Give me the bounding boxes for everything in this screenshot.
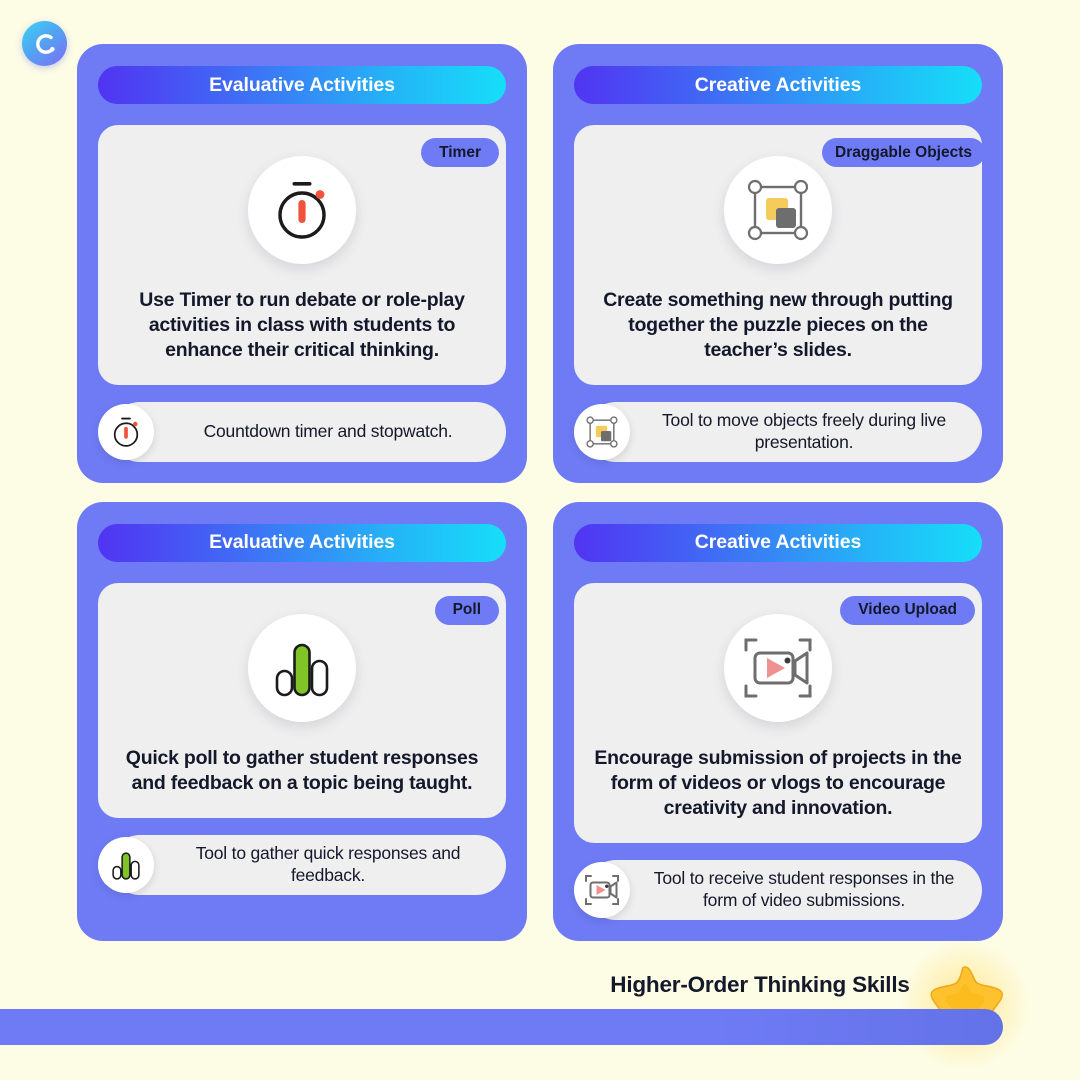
tool-pill-label: Draggable Objects xyxy=(835,143,972,161)
tool-pill-timer[interactable]: Timer xyxy=(421,138,499,167)
card-footer: Tool to move objects freely during live … xyxy=(574,401,982,462)
footer-bar: Tool to move objects freely during live … xyxy=(586,401,982,462)
footer-text: Tool to move objects freely during live … xyxy=(661,409,946,452)
footer-text: Tool to receive student responses in the… xyxy=(653,867,955,910)
activity-card-poll[interactable]: Evaluative Activities Poll Quick poll to… xyxy=(77,501,527,941)
card-description: Create something new through putting tog… xyxy=(603,289,953,361)
card-header-creative: Creative Activities xyxy=(574,523,982,562)
footer-text: Tool to gather quick responses and feedb… xyxy=(195,842,461,885)
card-footer: Tool to gather quick responses and feedb… xyxy=(98,834,506,895)
card-description: Use Timer to run debate or role-play act… xyxy=(139,289,465,361)
tool-pill-poll[interactable]: Poll xyxy=(434,595,499,625)
card-header-label: Evaluative Activities xyxy=(209,73,395,96)
timer-icon xyxy=(113,417,139,447)
card-header-label: Evaluative Activities xyxy=(209,531,395,554)
tool-pill-video-upload[interactable]: Video Upload xyxy=(840,595,975,625)
tool-pill-label: Video Upload xyxy=(858,601,957,619)
card-header-label: Creative Activities xyxy=(694,531,862,554)
card-header-label: Creative Activities xyxy=(694,73,862,96)
activity-card-draggable-objects[interactable]: Creative Activities Draggable Objects Cr… xyxy=(553,44,1003,483)
card-body: Poll Quick poll to gather student respon… xyxy=(98,582,506,818)
footer-icon-container xyxy=(98,403,154,460)
poll-bars-icon xyxy=(275,643,329,697)
footer-icon-container xyxy=(98,836,154,893)
activity-card-timer[interactable]: Evaluative Activities Timer Use Timer to… xyxy=(77,44,527,483)
bottom-decorative-bar xyxy=(0,1009,1003,1045)
card-header-creative: Creative Activities xyxy=(574,66,982,104)
tool-pill-label: Poll xyxy=(452,601,481,619)
video-camera-icon xyxy=(744,638,812,698)
card-body: Video Upload Encourage submission of pro… xyxy=(574,582,982,843)
draggable-objects-icon xyxy=(586,416,618,448)
tool-pill-draggable-objects[interactable]: Draggable Objects xyxy=(822,138,985,167)
card-body: Timer Use Timer to run debate or role-pl… xyxy=(98,125,506,385)
footer-bar: Tool to receive student responses in the… xyxy=(586,859,982,920)
footer-bar: Tool to gather quick responses and feedb… xyxy=(110,834,506,895)
tool-pill-label: Timer xyxy=(439,143,481,161)
tool-icon-container xyxy=(248,156,356,264)
activity-card-video-upload[interactable]: Creative Activities Video Upload Encoura… xyxy=(553,501,1003,941)
card-description: Encourage submission of projects in the … xyxy=(594,746,962,819)
card-header-evaluative: Evaluative Activities xyxy=(98,66,506,104)
poll-bars-icon xyxy=(112,852,140,880)
footer-text: Countdown timer and stopwatch. xyxy=(203,420,453,441)
card-footer: Countdown timer and stopwatch. xyxy=(98,401,506,462)
footer-bar: Countdown timer and stopwatch. xyxy=(110,401,506,462)
draggable-objects-icon xyxy=(747,179,809,241)
footer-icon-container xyxy=(574,861,630,918)
video-camera-icon xyxy=(585,874,619,905)
card-body: Draggable Objects Create something new t… xyxy=(574,125,985,385)
letter-c-circle-logo-icon xyxy=(35,33,55,54)
tool-icon-container xyxy=(248,613,356,722)
footer-icon-container xyxy=(574,403,630,460)
card-description: Quick poll to gather student responses a… xyxy=(125,746,479,794)
activity-cards-grid: Evaluative Activities Timer Use Timer to… xyxy=(77,44,1003,941)
tool-icon-container xyxy=(724,156,832,264)
tool-icon-container xyxy=(724,613,832,722)
brand-logo xyxy=(22,21,67,66)
card-header-evaluative: Evaluative Activities xyxy=(98,523,506,562)
timer-icon xyxy=(278,182,326,239)
card-footer: Tool to receive student responses in the… xyxy=(574,859,982,920)
